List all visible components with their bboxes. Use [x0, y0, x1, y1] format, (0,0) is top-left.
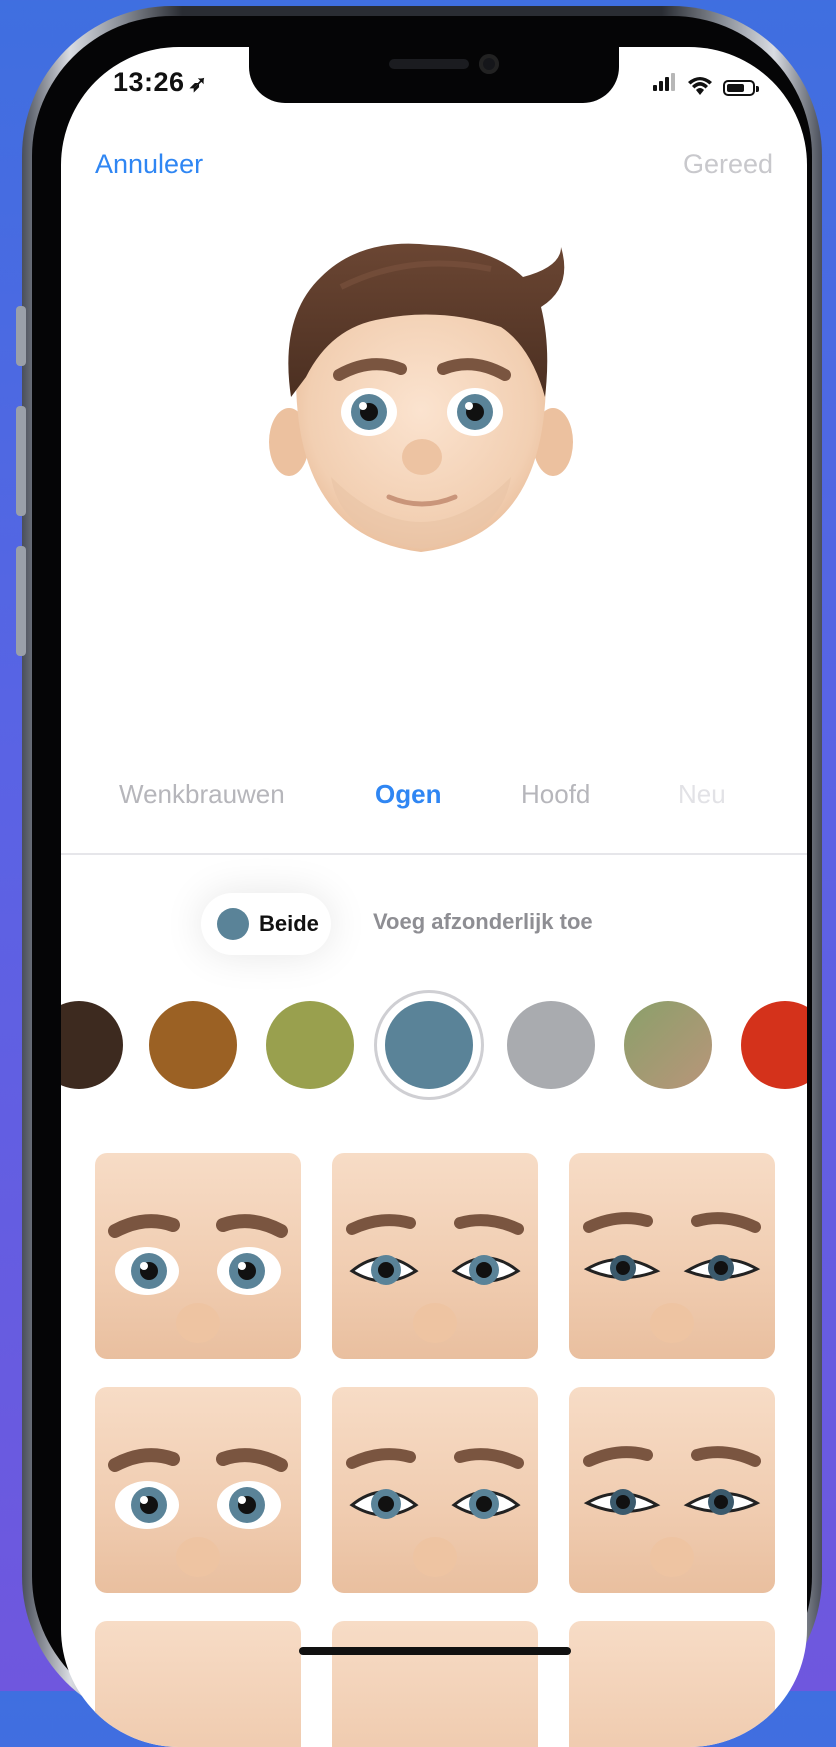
eye-style-option-3[interactable]	[569, 1153, 775, 1359]
done-button[interactable]: Gereed	[683, 149, 773, 180]
eye-color-hazel[interactable]	[624, 1001, 712, 1089]
category-tabs: Wenkbrauwen Ogen Hoofd Neu	[61, 779, 807, 829]
volume-down-button	[16, 546, 26, 656]
eye-color-dark-brown[interactable]	[61, 1001, 123, 1089]
eye-color-red[interactable]	[741, 1001, 807, 1089]
eye-color-indicator	[217, 908, 249, 940]
tab-wenkbrauwen[interactable]: Wenkbrauwen	[119, 779, 285, 810]
clock: 13:26	[113, 67, 185, 97]
eye-color-gray[interactable]	[507, 1001, 595, 1089]
eye-mode-both-label: Beide	[259, 911, 319, 936]
home-indicator[interactable]	[299, 1647, 571, 1655]
eye-style-option-4[interactable]	[95, 1387, 301, 1593]
tab-neus[interactable]: Neu	[678, 779, 726, 810]
eye-style-option-2[interactable]	[332, 1153, 538, 1359]
earpiece-speaker	[389, 59, 469, 69]
eye-color-swatches	[61, 989, 807, 1099]
status-icons	[653, 73, 759, 96]
eye-color-amber[interactable]	[149, 1001, 237, 1089]
notch	[249, 47, 619, 103]
eye-style-option-7[interactable]	[95, 1621, 301, 1747]
eye-style-option-8[interactable]	[332, 1621, 538, 1747]
eye-color-blue-gray[interactable]	[385, 1001, 473, 1089]
eye-style-option-5[interactable]	[332, 1387, 538, 1593]
cellular-signal-icon	[653, 73, 677, 96]
eye-style-option-1[interactable]	[95, 1153, 301, 1359]
mute-switch	[16, 306, 26, 366]
eye-style-option-9[interactable]	[569, 1621, 775, 1747]
memoji-avatar	[269, 243, 573, 552]
eye-color-olive[interactable]	[266, 1001, 354, 1089]
cancel-button[interactable]: Annuleer	[95, 149, 203, 180]
tabs-divider	[61, 853, 807, 855]
screen: 13:26 ➶ Annuleer Gereed Wenkbrauwen Ogen…	[61, 47, 807, 1747]
eye-mode-both[interactable]: Beide	[201, 893, 331, 955]
battery-icon	[723, 80, 759, 96]
volume-up-button	[16, 406, 26, 516]
location-arrow-icon: ➶	[188, 71, 208, 96]
tab-hoofd[interactable]: Hoofd	[521, 779, 590, 810]
status-time: 13:26 ➶	[113, 67, 208, 98]
front-camera	[479, 54, 499, 74]
eye-mode-separate[interactable]: Voeg afzonderlijk toe	[373, 909, 593, 935]
eye-style-option-6[interactable]	[569, 1387, 775, 1593]
tab-ogen[interactable]: Ogen	[375, 779, 441, 810]
wifi-icon	[688, 77, 712, 95]
